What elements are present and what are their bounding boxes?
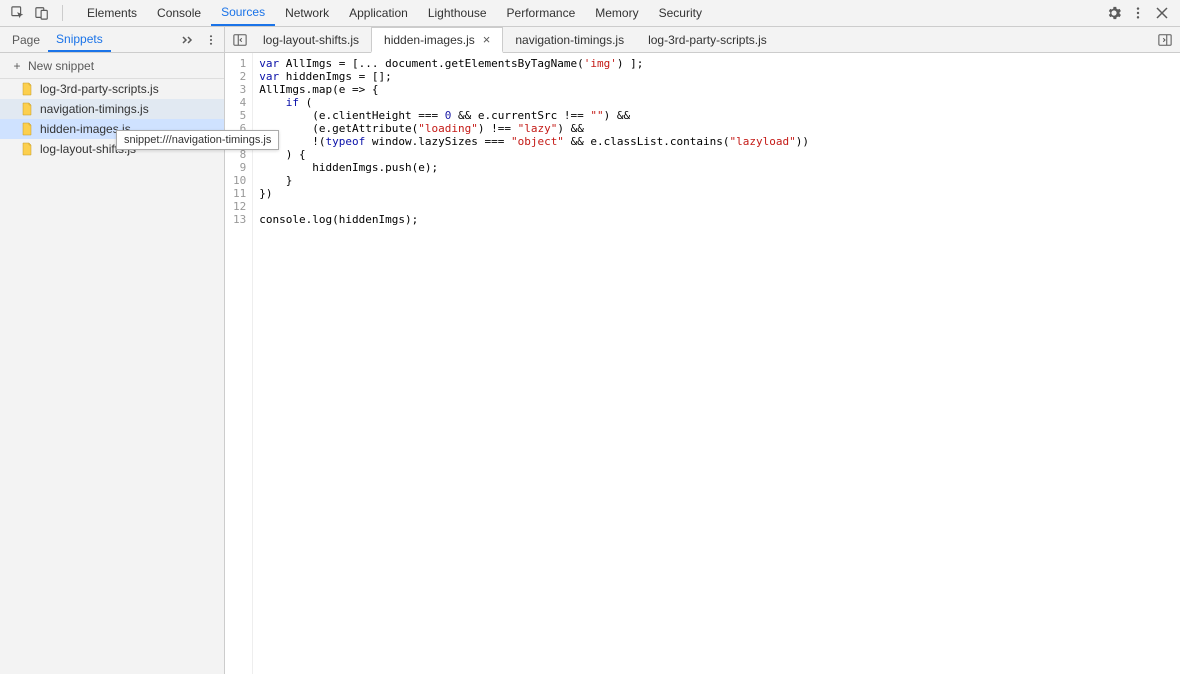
- snippet-name: log-3rd-party-scripts.js: [40, 82, 159, 96]
- code-line[interactable]: }): [259, 187, 809, 200]
- code-line[interactable]: }: [259, 174, 809, 187]
- code-line[interactable]: AllImgs.map(e => {: [259, 83, 809, 96]
- line-number: 2: [233, 70, 246, 83]
- panel-tab-lighthouse[interactable]: Lighthouse: [418, 0, 497, 26]
- more-menu-icon[interactable]: [1130, 5, 1146, 21]
- panel-tab-application[interactable]: Application: [339, 0, 418, 26]
- sources-sidebar: Page Snippets + New snippet log-3rd-part…: [0, 27, 225, 674]
- inspect-element-icon[interactable]: [10, 5, 26, 21]
- code-line[interactable]: (e.clientHeight === 0 && e.currentSrc !=…: [259, 109, 809, 122]
- close-devtools-icon[interactable]: [1154, 5, 1170, 21]
- file-tab-label: hidden-images.js: [384, 33, 475, 47]
- line-number: 1: [233, 57, 246, 70]
- panel-tab-elements[interactable]: Elements: [77, 0, 147, 26]
- snippet-item[interactable]: log-3rd-party-scripts.js: [0, 79, 224, 99]
- sidebar-more-menu-icon[interactable]: [202, 34, 220, 46]
- snippet-name: navigation-timings.js: [40, 102, 149, 116]
- code-line[interactable]: (e.getAttribute("loading") !== "lazy") &…: [259, 122, 809, 135]
- file-tab[interactable]: navigation-timings.js: [503, 27, 636, 52]
- subtab-page[interactable]: Page: [4, 27, 48, 52]
- code-line[interactable]: [259, 200, 809, 213]
- file-tab-label: log-layout-shifts.js: [263, 33, 359, 47]
- toolbar-separator: [62, 5, 63, 21]
- snippet-list: log-3rd-party-scripts.js navigation-timin…: [0, 79, 224, 674]
- device-toggle-icon[interactable]: [34, 5, 50, 21]
- file-tab-label: log-3rd-party-scripts.js: [648, 33, 767, 47]
- file-tooltip: snippet:///navigation-timings.js: [116, 130, 279, 150]
- settings-gear-icon[interactable]: [1106, 5, 1122, 21]
- file-tab[interactable]: hidden-images.js ×: [371, 27, 503, 53]
- panel-tab-performance[interactable]: Performance: [497, 0, 586, 26]
- new-snippet-button[interactable]: + New snippet: [0, 53, 224, 79]
- panel-tab-console[interactable]: Console: [147, 0, 211, 26]
- debugger-toggle-icon[interactable]: [1154, 27, 1176, 52]
- code-line[interactable]: if (: [259, 96, 809, 109]
- line-number: 5: [233, 109, 246, 122]
- line-number: 10: [233, 174, 246, 187]
- panel-tabs: ElementsConsoleSourcesNetworkApplication…: [77, 0, 712, 26]
- sidebar-subtabs: Page Snippets: [0, 27, 224, 53]
- file-tab[interactable]: log-layout-shifts.js: [251, 27, 371, 52]
- panel-tab-sources[interactable]: Sources: [211, 0, 275, 26]
- line-number: 12: [233, 200, 246, 213]
- code-line[interactable]: var hiddenImgs = [];: [259, 70, 809, 83]
- editor-pane: log-layout-shifts.js hidden-images.js × nav…: [225, 27, 1180, 674]
- file-tab-label: navigation-timings.js: [515, 33, 624, 47]
- code-line[interactable]: var AllImgs = [... document.getElementsB…: [259, 57, 809, 70]
- panel-tab-network[interactable]: Network: [275, 0, 339, 26]
- snippet-item[interactable]: navigation-timings.js: [0, 99, 224, 119]
- line-number: 9: [233, 161, 246, 174]
- new-snippet-label: New snippet: [28, 59, 94, 73]
- code-editor[interactable]: 12345678910111213 var AllImgs = [... doc…: [225, 53, 1180, 674]
- subtab-snippets[interactable]: Snippets: [48, 27, 111, 52]
- navigator-toggle-icon[interactable]: [229, 27, 251, 52]
- more-subtabs-icon[interactable]: [178, 34, 196, 46]
- code-line[interactable]: ) {: [259, 148, 809, 161]
- code-line[interactable]: hiddenImgs.push(e);: [259, 161, 809, 174]
- panel-tab-security[interactable]: Security: [649, 0, 712, 26]
- file-tabs: log-layout-shifts.js hidden-images.js × nav…: [225, 27, 1180, 53]
- line-number: 4: [233, 96, 246, 109]
- code-line[interactable]: !(typeof window.lazySizes === "object" &…: [259, 135, 809, 148]
- line-number: 3: [233, 83, 246, 96]
- line-number: 13: [233, 213, 246, 226]
- plus-icon: +: [12, 59, 22, 73]
- panel-tab-memory[interactable]: Memory: [585, 0, 648, 26]
- line-number: 11: [233, 187, 246, 200]
- code-line[interactable]: console.log(hiddenImgs);: [259, 213, 809, 226]
- code-body[interactable]: var AllImgs = [... document.getElementsB…: [253, 53, 809, 674]
- devtools-toolbar: ElementsConsoleSourcesNetworkApplication…: [0, 0, 1180, 27]
- file-tab[interactable]: log-3rd-party-scripts.js: [636, 27, 779, 52]
- close-tab-icon[interactable]: ×: [483, 33, 491, 46]
